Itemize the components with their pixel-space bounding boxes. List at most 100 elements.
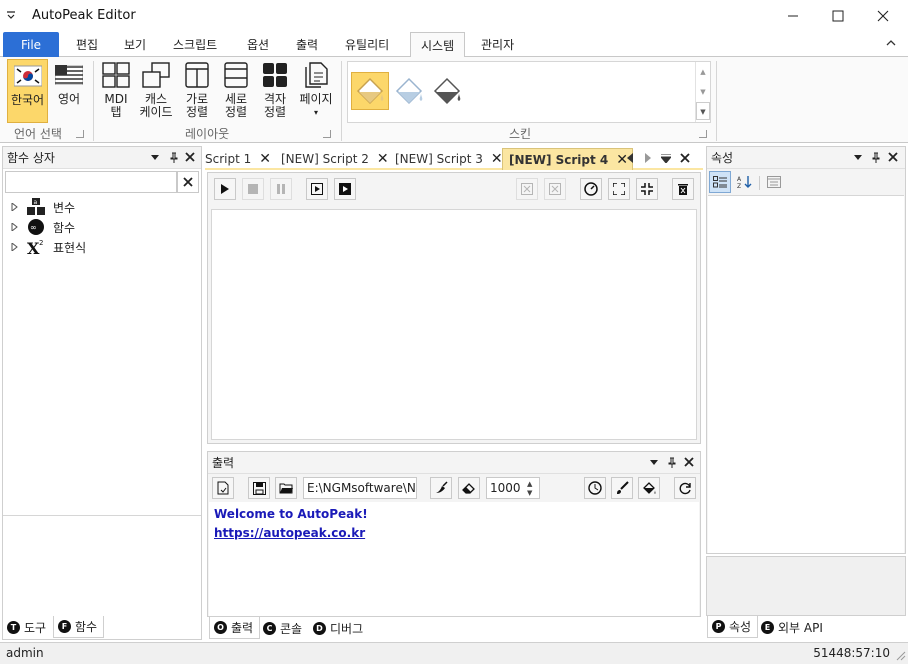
tab-utility[interactable]: 유틸리티 bbox=[335, 32, 399, 57]
tab-console[interactable]: C 콘솔 bbox=[259, 617, 308, 639]
gallery-scroll[interactable]: ▲ ▼ ▼ bbox=[695, 62, 710, 122]
stepper-up-icon[interactable]: ▲ bbox=[527, 480, 532, 488]
gallery-down-icon[interactable]: ▼ bbox=[696, 82, 710, 102]
expand-button[interactable] bbox=[608, 178, 630, 200]
timestamp-button[interactable] bbox=[584, 477, 606, 499]
panel-menu-icon[interactable] bbox=[854, 155, 862, 161]
doc-tab-script-3[interactable]: [NEW] Script 3 ✕ bbox=[389, 148, 507, 170]
close-icon[interactable] bbox=[684, 457, 694, 467]
tab-functions[interactable]: F 함수 bbox=[53, 616, 105, 638]
tab-admin[interactable]: 관리자 bbox=[471, 32, 524, 57]
tab-external-api[interactable]: E 외부 API bbox=[757, 616, 829, 638]
doc-tab-script-2[interactable]: [NEW] Script 2 ✕ bbox=[275, 148, 393, 170]
broom-icon bbox=[436, 481, 448, 493]
alphabetical-view-button[interactable]: AZ bbox=[734, 171, 756, 193]
skin-option-2[interactable] bbox=[392, 74, 426, 108]
tab-system[interactable]: 시스템 bbox=[410, 32, 466, 58]
stepper-down-icon[interactable]: ▼ bbox=[527, 489, 532, 497]
gallery-more-icon[interactable]: ▼ bbox=[696, 102, 710, 120]
paint-bucket-icon bbox=[643, 482, 656, 494]
clean-button[interactable] bbox=[430, 477, 452, 499]
collapse-button[interactable] bbox=[636, 178, 658, 200]
skin-group-launcher[interactable] bbox=[699, 130, 707, 138]
layout-group-launcher[interactable] bbox=[323, 130, 331, 138]
tab-options[interactable]: 옵션 bbox=[237, 32, 279, 57]
open-folder-button[interactable] bbox=[275, 477, 297, 499]
save-log-button[interactable] bbox=[248, 477, 270, 499]
close-icon[interactable] bbox=[888, 152, 898, 162]
close-tab-icon[interactable]: ✕ bbox=[491, 151, 503, 167]
window-title: AutoPeak Editor bbox=[32, 8, 136, 23]
tab-file[interactable]: File bbox=[3, 32, 59, 57]
quick-access-dropdown-icon[interactable] bbox=[6, 10, 16, 20]
page-button[interactable]: 페이지 ▾ bbox=[296, 59, 336, 119]
fill-color-button[interactable] bbox=[638, 477, 660, 499]
skin-option-1[interactable] bbox=[351, 72, 389, 110]
scroll-tabs-right-icon[interactable] bbox=[645, 153, 651, 163]
tab-tools[interactable]: T 도구 bbox=[3, 616, 52, 638]
pause-button[interactable] bbox=[270, 178, 292, 200]
clear-search-button[interactable] bbox=[177, 171, 199, 193]
tree-item-functions[interactable]: ∞ 함수 bbox=[11, 217, 75, 237]
gallery-up-icon[interactable]: ▲ bbox=[696, 62, 710, 82]
categorized-view-button[interactable] bbox=[709, 171, 731, 193]
output-log[interactable]: Welcome to AutoPeak! https://autopeak.co… bbox=[209, 502, 699, 616]
save-icon bbox=[252, 481, 266, 495]
skin-option-3[interactable] bbox=[430, 74, 464, 108]
tree-item-variables[interactable]: a 변수 bbox=[11, 197, 75, 217]
new-log-button[interactable] bbox=[212, 477, 234, 499]
close-document-icon[interactable] bbox=[680, 153, 690, 163]
website-link[interactable]: https://autopeak.co.kr bbox=[209, 524, 699, 543]
close-icon[interactable] bbox=[185, 152, 195, 162]
scroll-tabs-left-icon[interactable] bbox=[627, 153, 633, 163]
refresh-button[interactable] bbox=[674, 477, 696, 499]
disabled-close-button-1[interactable] bbox=[516, 178, 538, 200]
cascade-button[interactable]: 캐스 케이드 bbox=[138, 59, 174, 119]
delete-button[interactable] bbox=[672, 178, 694, 200]
korean-language-button[interactable]: 한국어 bbox=[7, 59, 48, 123]
horizontal-arrange-button[interactable]: 가로 정렬 bbox=[181, 59, 213, 119]
vertical-arrange-button[interactable]: 세로 정렬 bbox=[220, 59, 252, 119]
pin-icon[interactable] bbox=[169, 152, 179, 164]
doc-tab-script-4[interactable]: [NEW] Script 4 ✕ bbox=[502, 148, 633, 170]
run-filled-button[interactable] bbox=[334, 178, 356, 200]
tab-output-log[interactable]: O 출력 bbox=[209, 617, 261, 639]
property-pages-button[interactable] bbox=[763, 171, 785, 193]
minimize-button[interactable] bbox=[770, 0, 816, 32]
resize-grip-icon[interactable] bbox=[896, 651, 906, 661]
stop-button[interactable] bbox=[242, 178, 264, 200]
run-button[interactable] bbox=[214, 178, 236, 200]
tab-view[interactable]: 보기 bbox=[114, 32, 156, 57]
brush-button[interactable] bbox=[611, 477, 633, 499]
mdi-tab-button[interactable]: MDI 탭 bbox=[100, 59, 132, 119]
pin-icon[interactable] bbox=[871, 152, 881, 164]
timer-button[interactable] bbox=[580, 178, 602, 200]
eraser-button[interactable] bbox=[458, 477, 480, 499]
run-outline-button[interactable] bbox=[306, 178, 328, 200]
tab-output[interactable]: 출력 bbox=[286, 32, 328, 57]
collapse-ribbon-icon[interactable] bbox=[886, 39, 896, 47]
tab-properties[interactable]: P 속성 bbox=[707, 616, 759, 638]
tab-debug[interactable]: D 디버그 bbox=[309, 617, 369, 639]
pin-icon[interactable] bbox=[667, 457, 677, 469]
tab-script[interactable]: 스크립트 bbox=[163, 32, 227, 57]
script-editor[interactable] bbox=[211, 209, 697, 440]
panel-menu-icon[interactable] bbox=[650, 460, 658, 466]
tab-edit[interactable]: 편집 bbox=[66, 32, 108, 57]
doc-tab-script-1[interactable]: Script 1 ✕ bbox=[205, 148, 275, 170]
log-path-field[interactable]: E:\NGMsoftware\NG bbox=[303, 477, 417, 499]
tab-list-dropdown-icon[interactable] bbox=[661, 154, 671, 163]
grid-arrange-button[interactable]: 격자 정렬 bbox=[259, 59, 291, 119]
close-tab-icon[interactable]: ✕ bbox=[259, 151, 271, 167]
function-search-input[interactable] bbox=[5, 171, 177, 193]
panel-menu-icon[interactable] bbox=[151, 155, 159, 161]
line-limit-stepper[interactable]: 1000 ▲ ▼ bbox=[486, 477, 540, 499]
english-language-button[interactable]: 영어 bbox=[50, 59, 88, 106]
disabled-close-button-2[interactable] bbox=[544, 178, 566, 200]
close-window-button[interactable] bbox=[860, 0, 906, 32]
tree-item-expressions[interactable]: X2 표현식 bbox=[11, 237, 86, 257]
maximize-button[interactable] bbox=[815, 0, 861, 32]
close-tab-icon[interactable]: ✕ bbox=[377, 151, 389, 167]
property-grid[interactable] bbox=[708, 195, 904, 553]
language-group-launcher[interactable] bbox=[76, 130, 84, 138]
